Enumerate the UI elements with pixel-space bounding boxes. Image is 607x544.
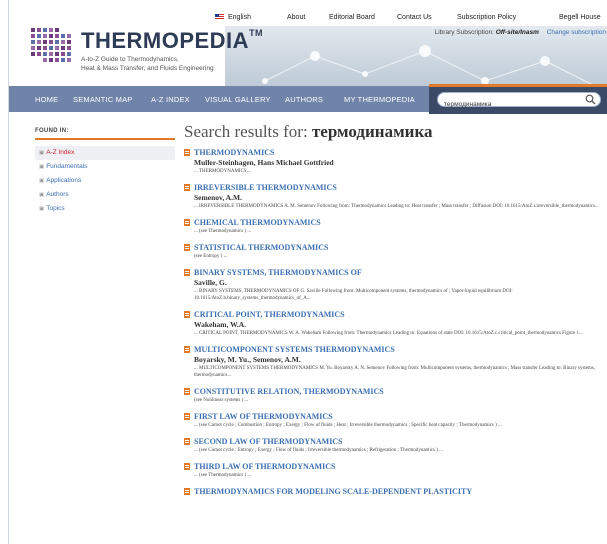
us-flag-icon: [215, 14, 224, 20]
result-title-link[interactable]: IRREVERSIBLE THERMODYNAMICS: [184, 183, 607, 192]
change-subscription-link[interactable]: Change subscription: [547, 29, 606, 36]
result-title-link[interactable]: BINARY SYSTEMS, THERMODYNAMICS OF: [184, 268, 607, 277]
search-area: [429, 84, 607, 114]
search-results: Search results for: термодинамика THERMO…: [184, 122, 607, 504]
bullet-icon: ▣: [39, 178, 45, 184]
found-in-heading: FOUND IN:: [35, 128, 69, 134]
sidebar-item-authors[interactable]: ▣ Authors: [35, 188, 175, 202]
about-link[interactable]: About: [287, 14, 305, 21]
result-item: STATISTICAL THERMODYNAMICS (see Entropy )…: [184, 243, 607, 260]
editorial-board-link[interactable]: Editorial Board: [329, 14, 375, 21]
article-icon: [184, 463, 190, 470]
article-icon: [184, 269, 190, 276]
result-author: Muller-Steinhagen, Hans Michael Gottfrie…: [194, 158, 334, 167]
result-snippet: ... MULTICOMPONENT SYSTEMS THERMODYNAMIC…: [194, 366, 596, 378]
result-title-link[interactable]: THERMODYNAMICS FOR MODELING SCALE-DEPEND…: [184, 487, 607, 496]
nav-a-z-index[interactable]: A-Z INDEX: [151, 95, 190, 104]
nav-my-thermopedia[interactable]: MY THERMOPEDIA: [344, 95, 415, 104]
result-title-link[interactable]: THERMODYNAMICS: [184, 148, 607, 157]
result-item: CHEMICAL THERMODYNAMICS ... (see Thermody…: [184, 218, 607, 235]
result-item: THIRD LAW OF THERMODYNAMICS ... (see Ther…: [184, 462, 607, 479]
result-snippet: ... (see Carnot cycle ; Combustion ; Ent…: [194, 423, 502, 428]
nav-semantic-map[interactable]: SEMANTIC MAP: [73, 95, 133, 104]
result-item: THERMODYNAMICS FOR MODELING SCALE-DEPEND…: [184, 487, 607, 496]
result-author: Semenov, A.M.: [194, 193, 242, 202]
result-item: MULTICOMPONENT SYSTEMS THERMODYNAMICS Boy…: [184, 345, 607, 379]
article-icon: [184, 438, 190, 445]
article-icon: [184, 184, 190, 191]
result-title-link[interactable]: CONSTITUTIVE RELATION, THERMODYNAMICS: [184, 387, 607, 396]
article-icon: [184, 346, 190, 353]
found-in-list: ▣ A-Z Index ▣ Fundamentals ▣ Applications ▣…: [35, 146, 175, 216]
result-snippet: (see Entropy ) ...: [194, 254, 228, 259]
result-author: Saville, G.: [194, 278, 227, 287]
result-title-link[interactable]: STATISTICAL THERMODYNAMICS: [184, 243, 607, 252]
result-author: Boyarsky, M. Yu., Semenov, A.M.: [194, 355, 301, 364]
results-heading: Search results for: термодинамика: [184, 122, 433, 141]
result-item: FIRST LAW OF THERMODYNAMICS ... (see Carn…: [184, 412, 607, 429]
site-tagline: A-to-Z Guide to Thermodynamics, Heat & M…: [81, 56, 214, 72]
subscription-policy-link[interactable]: Subscription Policy: [457, 14, 516, 21]
sidebar-item-a-z-index[interactable]: ▣ A-Z Index: [35, 146, 175, 160]
article-icon: [184, 488, 190, 495]
nav-visual-gallery[interactable]: VISUAL GALLERY: [205, 95, 271, 104]
site-title: THERMOPEDIATM: [81, 28, 264, 53]
result-snippet: ... (see Thermodynamics ) ...: [194, 229, 252, 234]
search-input[interactable]: [438, 98, 578, 111]
result-item: THERMODYNAMICS Muller-Steinhagen, Hans Mi…: [184, 148, 607, 175]
result-snippet: ... THERMODYNAMICS...: [194, 169, 251, 174]
nav-authors[interactable]: AUTHORS: [285, 95, 323, 104]
article-icon: [184, 413, 190, 420]
found-in-divider: [35, 138, 175, 140]
contact-us-link[interactable]: Contact Us: [397, 14, 432, 21]
language-english-link[interactable]: English: [215, 14, 251, 21]
page-frame: English About Editorial Board Contact Us…: [8, 0, 607, 544]
search-box: [437, 92, 601, 111]
library-subscription-value: Off-site/Inasm: [495, 29, 539, 36]
result-item: CONSTITUTIVE RELATION, THERMODYNAMICS (se…: [184, 387, 607, 404]
result-title-link[interactable]: CHEMICAL THERMODYNAMICS: [184, 218, 607, 227]
thermopedia-logo[interactable]: THERMOPEDIATM A-to-Z Guide to Thermodyna…: [31, 28, 263, 78]
result-item: SECOND LAW OF THERMODYNAMICS ... (see Car…: [184, 437, 607, 454]
article-icon: [184, 219, 190, 226]
result-item: IRREVERSIBLE THERMODYNAMICS Semenov, A.M.…: [184, 183, 607, 210]
result-title-link[interactable]: THIRD LAW OF THERMODYNAMICS: [184, 462, 607, 471]
result-snippet: ... CRITICAL POINT, THERMODYNAMICS W. A.…: [194, 331, 583, 336]
logo-dot-grid-icon: [31, 28, 71, 62]
result-item: CRITICAL POINT, THERMODYNAMICS Wakeham, W…: [184, 310, 607, 337]
article-icon: [184, 244, 190, 251]
result-title-link[interactable]: CRITICAL POINT, THERMODYNAMICS: [184, 310, 607, 319]
sidebar-item-applications[interactable]: ▣ Applications: [35, 174, 175, 188]
results-list: THERMODYNAMICS Muller-Steinhagen, Hans Mi…: [184, 148, 607, 496]
begell-house-link[interactable]: Begell House: [559, 14, 601, 21]
nav-home[interactable]: HOME: [35, 95, 58, 104]
article-icon: [184, 388, 190, 395]
library-subscription-info: Library Subscription: Off-site/Inasm Cha…: [434, 29, 606, 36]
article-icon: [184, 149, 190, 156]
result-snippet: ... (see Carnot cycle ; Entropy ; Exergy…: [194, 448, 443, 453]
bullet-icon: ▣: [39, 192, 45, 198]
result-title-link[interactable]: MULTICOMPONENT SYSTEMS THERMODYNAMICS: [184, 345, 607, 354]
result-snippet: ... IRREVERSIBLE THERMODYNAMICS A. M. Se…: [194, 204, 599, 209]
bullet-icon: ▣: [39, 206, 45, 212]
result-snippet: ... BINARY SYSTEMS, THERMODYNAMICS OF G.…: [194, 289, 513, 301]
result-title-link[interactable]: SECOND LAW OF THERMODYNAMICS: [184, 437, 607, 446]
result-title-link[interactable]: FIRST LAW OF THERMODYNAMICS: [184, 412, 607, 421]
bullet-icon: ▣: [39, 164, 45, 170]
bullet-icon: ▣: [39, 150, 45, 156]
results-query: термодинамика: [311, 122, 433, 141]
result-snippet: ... (see Thermodynamics ) ...: [194, 473, 252, 478]
result-item: BINARY SYSTEMS, THERMODYNAMICS OF Saville…: [184, 268, 607, 302]
sidebar-item-fundamentals[interactable]: ▣ Fundamentals: [35, 160, 175, 174]
article-icon: [184, 311, 190, 318]
result-author: Wakeham, W.A.: [194, 320, 247, 329]
sidebar-item-topics[interactable]: ▣ Topics: [35, 202, 175, 216]
result-snippet: (see Nonlinear systems ) ...: [194, 398, 249, 403]
top-links: English About Editorial Board Contact Us…: [9, 14, 607, 26]
search-icon[interactable]: [585, 94, 596, 105]
